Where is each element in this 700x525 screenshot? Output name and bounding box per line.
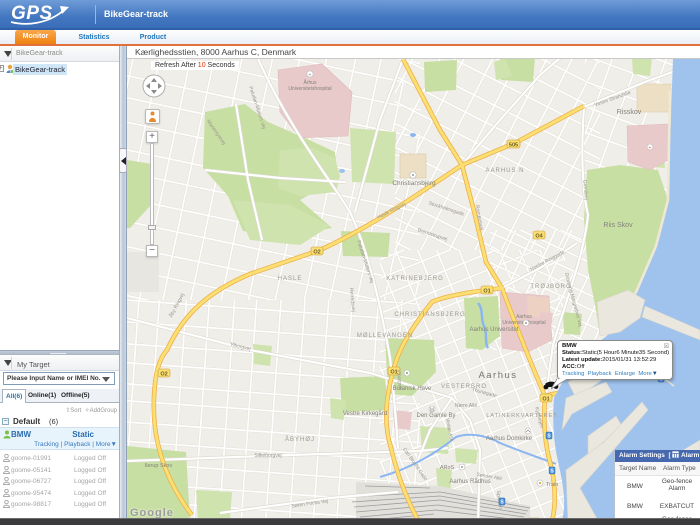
svg-text:Silkeborgvej: Silkeborgvej [254, 453, 281, 459]
svg-text:Nørre Allé: Nørre Allé [455, 403, 477, 409]
svg-text:+: + [649, 146, 652, 152]
svg-text:AARHUS N: AARHUS N [485, 168, 524, 174]
svg-text:CHRISTIANSBJERG: CHRISTIANSBJERG [394, 312, 465, 318]
svg-text:Train: Train [546, 482, 558, 488]
svg-text:TRØJBORG: TRØJBORG [530, 284, 571, 290]
svg-text:505: 505 [509, 143, 518, 149]
svg-text:M: M [430, 408, 434, 414]
svg-text:KATRINEBJERG: KATRINEBJERG [386, 276, 444, 282]
svg-text:HASLE: HASLE [278, 276, 303, 282]
svg-text:MØLLEVANGEN: MØLLEVANGEN [357, 333, 413, 339]
svg-text:Aarhus Universitet: Aarhus Universitet [469, 327, 518, 333]
svg-text:llerup Skov: llerup Skov [145, 463, 172, 469]
svg-text:O4: O4 [535, 234, 543, 240]
svg-text:O2: O2 [160, 372, 167, 378]
svg-text:+: + [309, 73, 312, 79]
svg-text:Aarhus Domkirke: Aarhus Domkirke [486, 436, 533, 442]
svg-text:Vestre Kirkegård: Vestre Kirkegård [343, 410, 387, 417]
svg-text:LATINERKVARTERET: LATINERKVARTERET [486, 413, 557, 419]
svg-text:ÅBYHØJ: ÅBYHØJ [285, 436, 315, 443]
svg-text:Risskov: Risskov [617, 109, 642, 116]
svg-text:Aarhus: Aarhus [478, 370, 517, 381]
svg-text:O1: O1 [483, 289, 490, 295]
svg-text:ARoS: ARoS [440, 465, 455, 471]
svg-text:O2: O2 [313, 250, 320, 256]
svg-text:Riis Skov: Riis Skov [603, 222, 633, 229]
svg-text:Christiansbjerg: Christiansbjerg [392, 180, 436, 187]
svg-text:O1: O1 [542, 397, 549, 403]
